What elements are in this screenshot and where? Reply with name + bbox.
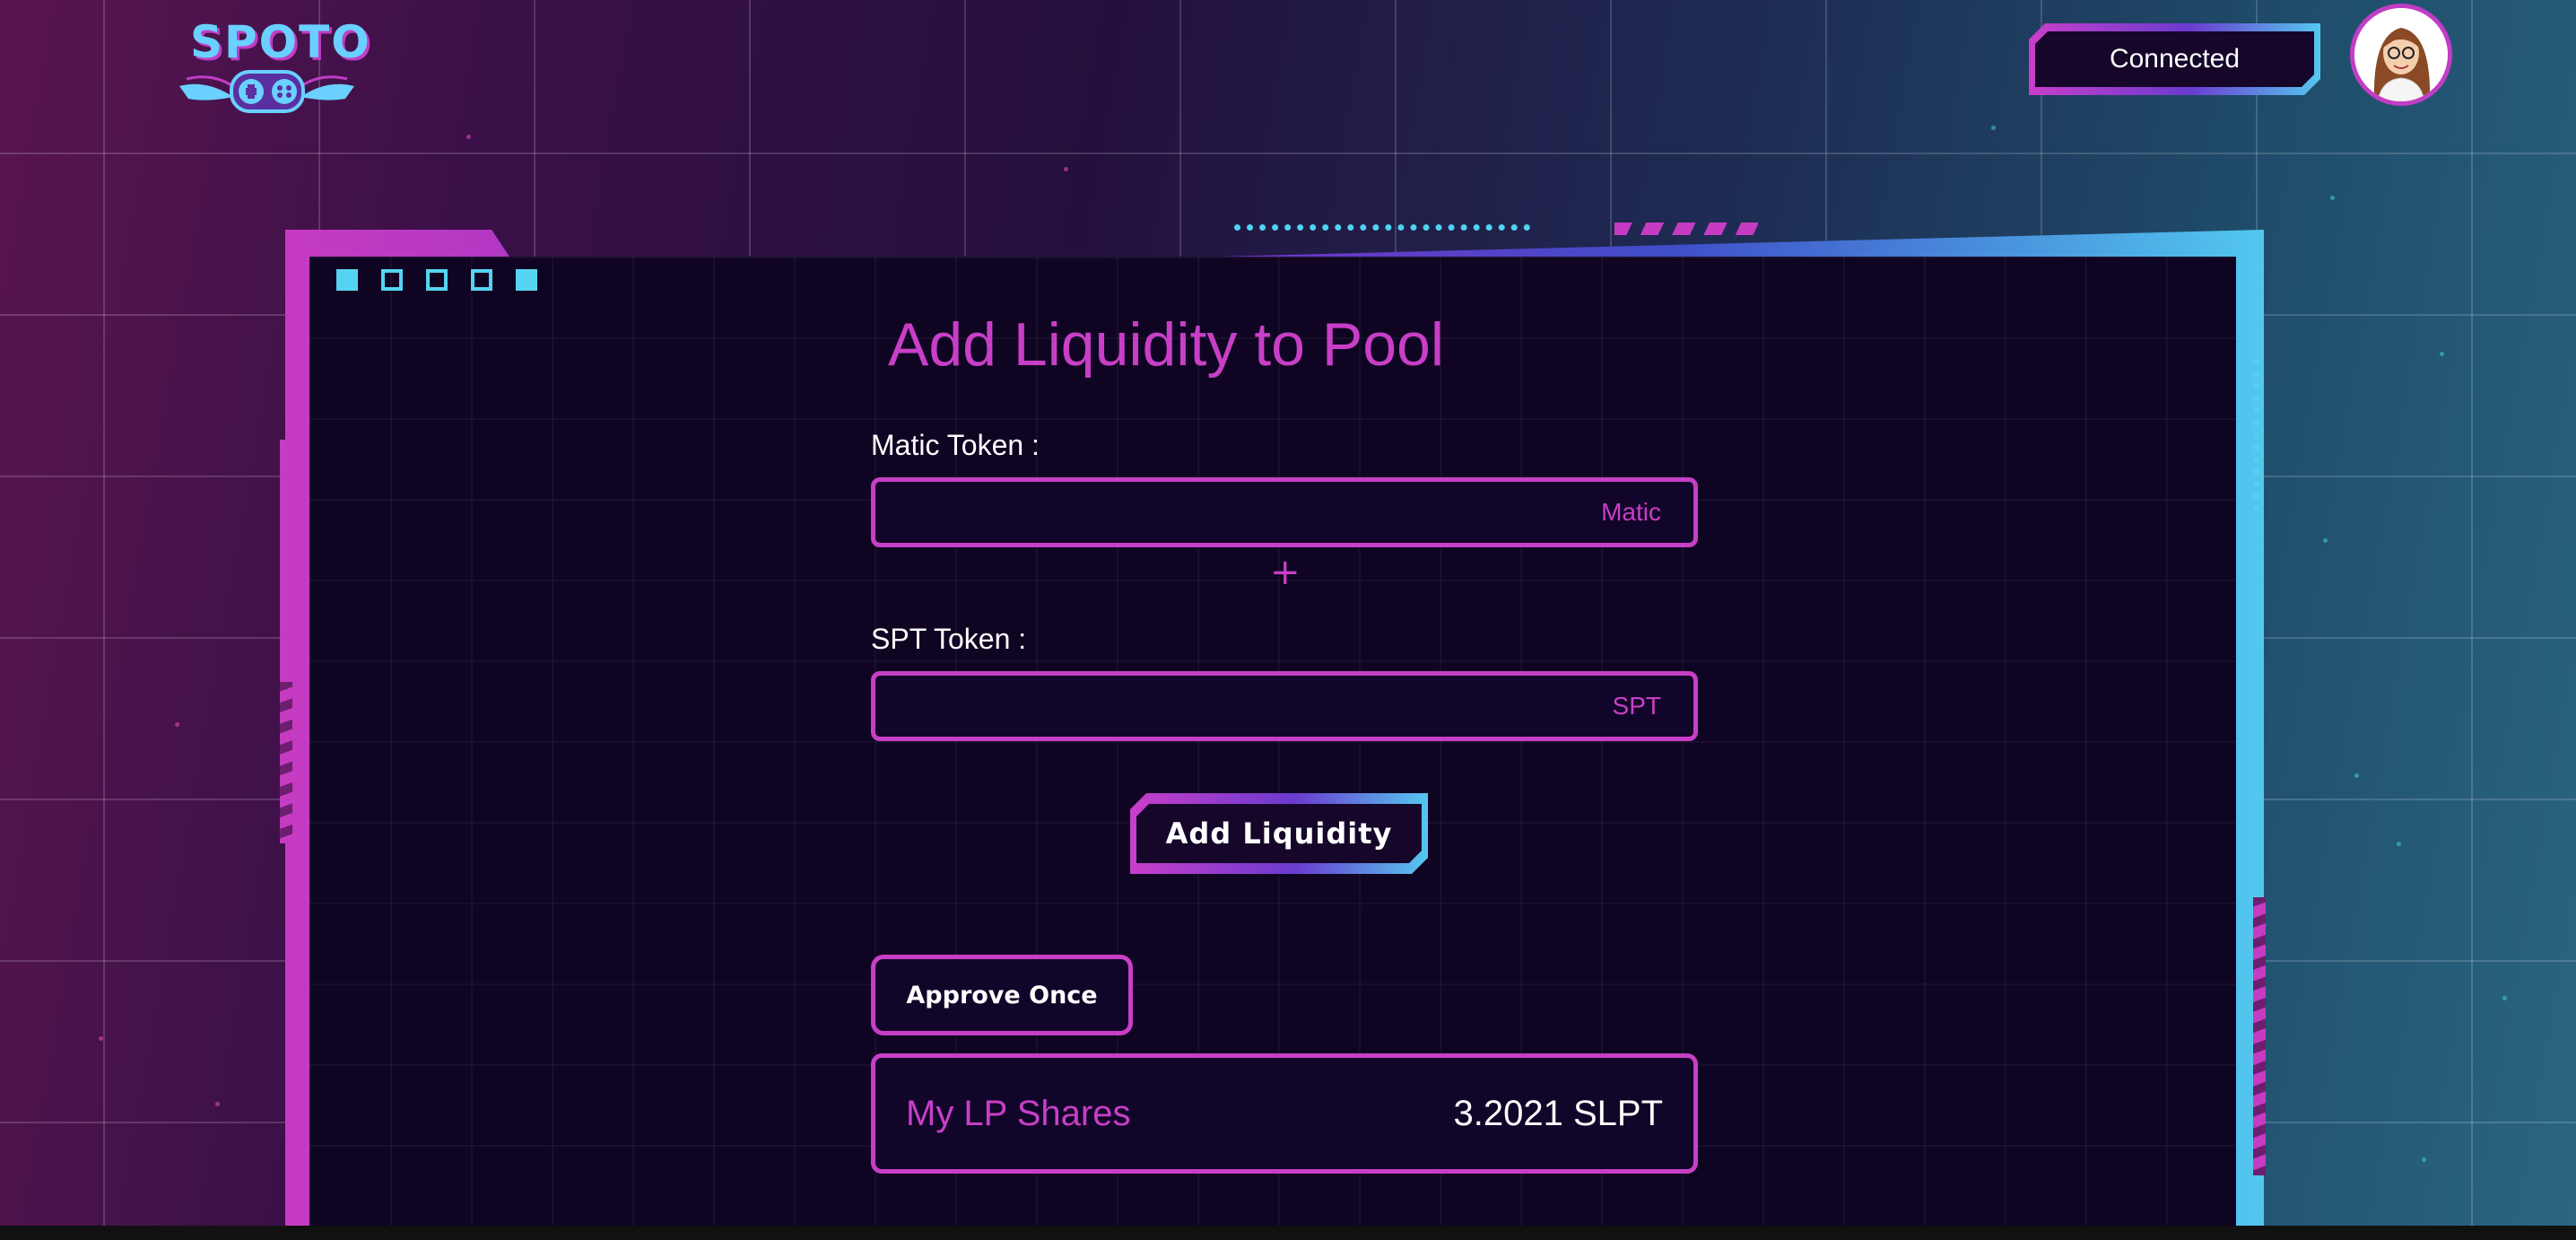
spt-token-label: SPT Token : xyxy=(871,623,1027,655)
decor-stripes xyxy=(1614,223,1758,235)
indicator-square xyxy=(381,269,403,291)
spt-amount-field[interactable]: SPT xyxy=(871,671,1698,741)
gamepad-wings-icon xyxy=(179,70,354,113)
decor-right-stripes xyxy=(2253,897,2266,1175)
plus-icon: + xyxy=(1270,552,1301,593)
approve-once-label: Approve Once xyxy=(906,981,1098,1009)
approve-once-button[interactable]: Approve Once xyxy=(871,955,1133,1035)
avatar[interactable] xyxy=(2350,4,2452,106)
bottom-edge xyxy=(0,1226,2576,1240)
matic-amount-field[interactable]: Matic xyxy=(871,477,1698,547)
lp-shares-card: My LP Shares 3.2021 SLPT xyxy=(871,1053,1698,1174)
matic-token-label: Matic Token : xyxy=(871,429,1040,461)
indicator-square xyxy=(471,269,492,291)
spt-amount-input[interactable] xyxy=(875,676,1693,737)
indicator-square xyxy=(516,269,537,291)
add-liquidity-label: Add Liquidity xyxy=(1165,816,1393,851)
indicator-square xyxy=(426,269,448,291)
add-liquidity-button[interactable]: Add Liquidity xyxy=(1130,793,1428,874)
decor-dots xyxy=(1234,224,1530,231)
decor-left-stripes xyxy=(280,682,292,843)
lp-shares-label: My LP Shares xyxy=(906,1093,1131,1133)
wallet-status-button[interactable]: Connected xyxy=(2029,23,2320,95)
wallet-status-label: Connected xyxy=(2109,44,2241,74)
window-indicator xyxy=(336,269,537,291)
page-title: Add Liquidity to Pool xyxy=(888,310,1444,379)
user-avatar-icon xyxy=(2354,8,2448,101)
matic-amount-input[interactable] xyxy=(875,482,1693,543)
spoto-logo[interactable]: SPOTO xyxy=(170,16,370,115)
decor-right-dots xyxy=(2253,359,2259,511)
indicator-square xyxy=(336,269,358,291)
lp-shares-value: 3.2021 SLPT xyxy=(1453,1093,1664,1133)
